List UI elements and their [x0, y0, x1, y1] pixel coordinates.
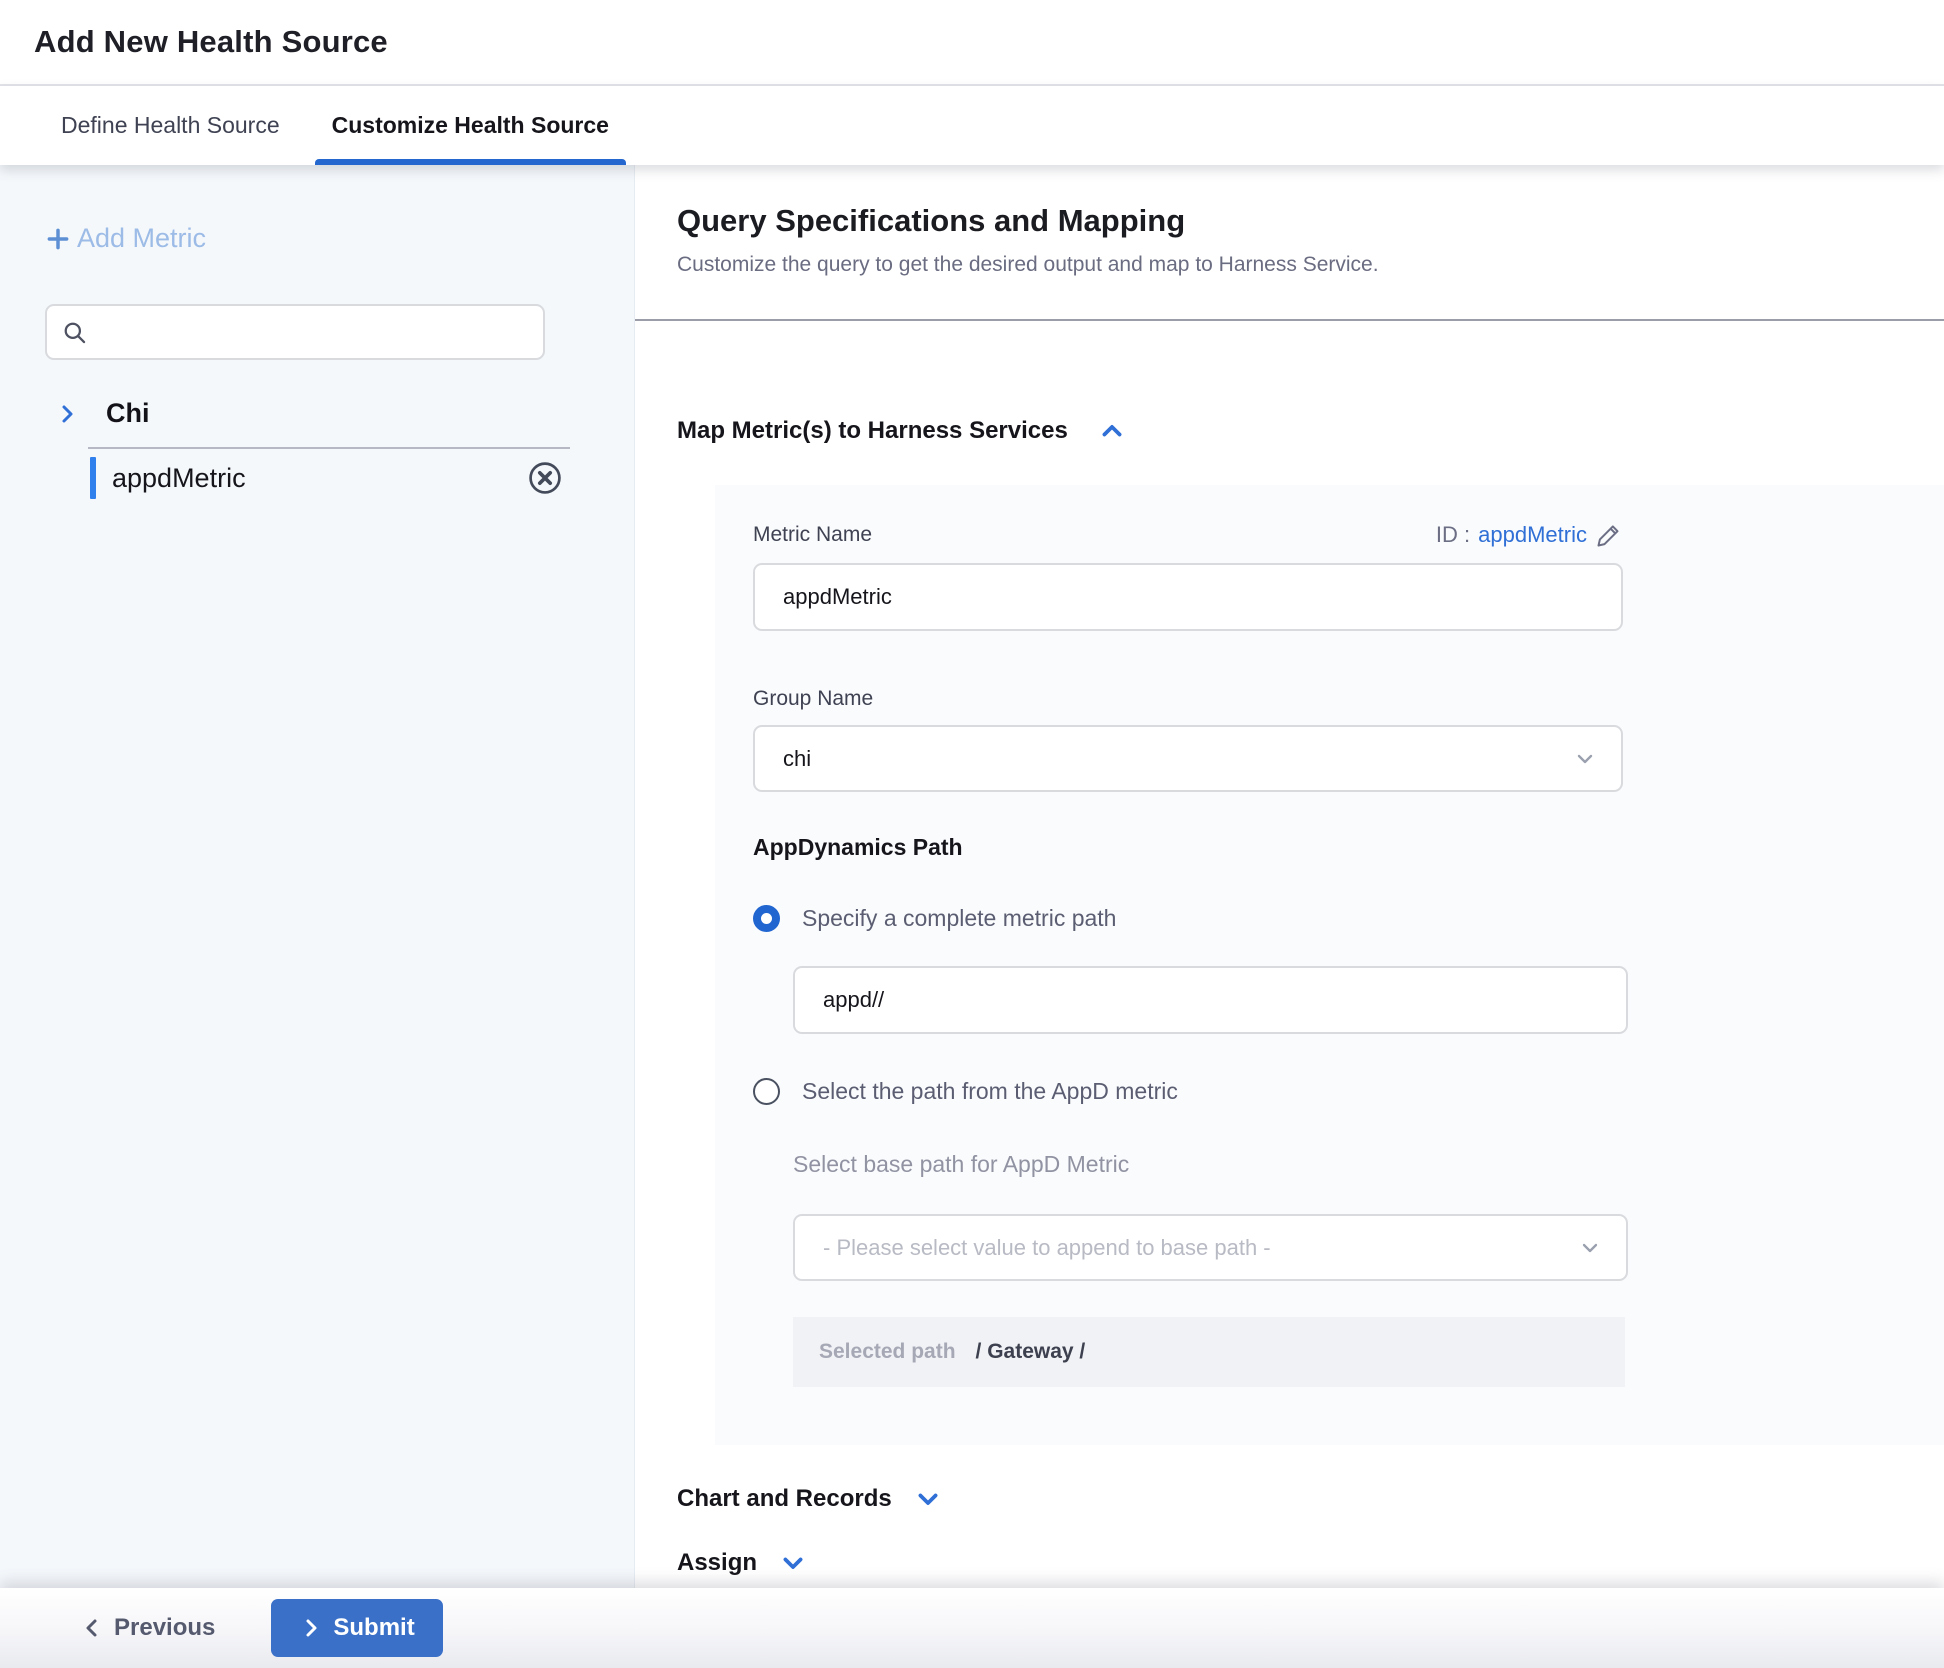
circle-x-icon: [526, 459, 564, 497]
tab-define-health-source[interactable]: Define Health Source: [44, 86, 297, 165]
assign-section-title: Assign: [677, 1549, 757, 1577]
radio-complete-label: Specify a complete metric path: [802, 905, 1116, 932]
appdynamics-path-heading: AppDynamics Path: [753, 834, 1944, 861]
selected-path-label: Selected path: [819, 1340, 956, 1364]
query-spec-panel: Query Specifications and Mapping Customi…: [635, 165, 1944, 1588]
tab-bar: Define Health Source Customize Health So…: [0, 86, 1944, 165]
tree-group-label: Chi: [106, 398, 150, 429]
submit-button-label: Submit: [333, 1614, 414, 1642]
plus-icon: [45, 226, 71, 252]
search-icon: [61, 319, 88, 346]
radio-selected-icon: [753, 905, 780, 932]
chevron-down-icon: [779, 1549, 807, 1577]
chevron-right-icon: [299, 1616, 323, 1640]
map-metrics-section-title: Map Metric(s) to Harness Services: [677, 417, 1068, 445]
selected-path-strip: Selected path / Gateway /: [793, 1317, 1625, 1387]
dialog-footer: Previous Submit: [0, 1588, 1944, 1668]
assign-section-header[interactable]: Assign: [677, 1549, 1944, 1577]
chart-records-section-title: Chart and Records: [677, 1485, 892, 1513]
metric-item-label: appdMetric: [112, 463, 526, 494]
metric-sidebar: Add Metric Chi appdMetric: [0, 165, 635, 1588]
selected-path-value: / Gateway /: [976, 1340, 1086, 1364]
page-title: Add New Health Source: [34, 24, 388, 60]
chevron-right-icon: [55, 402, 79, 426]
dialog-header: Add New Health Source: [0, 0, 1944, 86]
map-metrics-section-header[interactable]: Map Metric(s) to Harness Services: [677, 417, 1944, 445]
metric-search-input[interactable]: [98, 319, 529, 345]
metric-id-label: ID :: [1436, 522, 1470, 548]
metric-name-label: Metric Name: [753, 523, 872, 547]
panel-subtitle: Customize the query to get the desired o…: [677, 253, 1944, 277]
chevron-left-icon: [80, 1616, 104, 1640]
chevron-down-icon: [1573, 747, 1597, 771]
selected-indicator-bar: [90, 457, 96, 499]
previous-button[interactable]: Previous: [80, 1614, 215, 1642]
tab-define-label: Define Health Source: [61, 112, 280, 139]
edit-id-button[interactable]: [1595, 521, 1623, 549]
panel-divider: [635, 319, 1944, 321]
add-metric-label: Add Metric: [77, 223, 206, 254]
base-path-label: Select base path for AppD Metric: [793, 1151, 1944, 1178]
metric-search-box: [45, 304, 545, 360]
group-name-select[interactable]: chi: [753, 725, 1623, 792]
radio-unselected-icon: [753, 1078, 780, 1105]
tab-customize-label: Customize Health Source: [332, 112, 609, 139]
content-row: Add Metric Chi appdMetric: [0, 165, 1944, 1588]
metric-name-input[interactable]: [753, 563, 1623, 631]
metric-list-item[interactable]: appdMetric: [90, 449, 570, 507]
panel-title: Query Specifications and Mapping: [677, 203, 1944, 239]
chevron-up-icon: [1098, 417, 1126, 445]
chevron-down-icon: [914, 1485, 942, 1513]
pencil-icon: [1595, 521, 1623, 549]
base-path-select[interactable]: - Please select value to append to base …: [793, 1214, 1628, 1281]
radio-select-label: Select the path from the AppD metric: [802, 1078, 1178, 1105]
tree-group-chi[interactable]: Chi: [55, 398, 634, 429]
submit-button[interactable]: Submit: [271, 1599, 442, 1657]
add-metric-button[interactable]: Add Metric: [45, 223, 634, 254]
metric-id-value: appdMetric: [1478, 522, 1587, 548]
chart-records-section-header[interactable]: Chart and Records: [677, 1485, 1944, 1513]
radio-select-appd-path[interactable]: Select the path from the AppD metric: [753, 1078, 1944, 1105]
previous-button-label: Previous: [114, 1614, 215, 1642]
metric-mapping-card: Metric Name ID : appdMetric Group Name c…: [715, 485, 1944, 1445]
chevron-down-icon: [1578, 1236, 1602, 1260]
base-path-placeholder: - Please select value to append to base …: [823, 1235, 1578, 1261]
group-name-label: Group Name: [753, 687, 1944, 711]
tab-customize-health-source[interactable]: Customize Health Source: [315, 86, 626, 165]
add-health-source-dialog: Add New Health Source Define Health Sour…: [0, 0, 1944, 1668]
remove-metric-button[interactable]: [526, 459, 564, 497]
complete-metric-path-input[interactable]: [793, 966, 1628, 1034]
radio-complete-metric-path[interactable]: Specify a complete metric path: [753, 905, 1944, 932]
group-name-value: chi: [783, 746, 1573, 772]
